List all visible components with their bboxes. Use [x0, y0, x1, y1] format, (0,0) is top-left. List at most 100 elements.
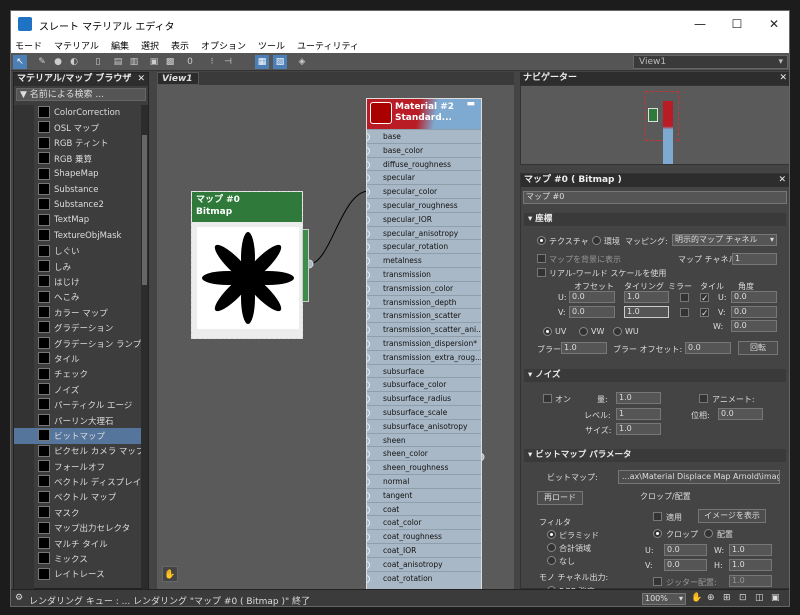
animate-checkbox[interactable]: [699, 394, 708, 403]
coords-section-header[interactable]: ▾ 座標: [524, 213, 786, 226]
material-slot[interactable]: metalness: [367, 253, 481, 267]
close-icon[interactable]: ✕: [779, 72, 787, 85]
input-socket-icon[interactable]: [367, 477, 370, 486]
zoom-icon[interactable]: ⊕: [707, 593, 715, 603]
input-socket-icon[interactable]: [367, 201, 370, 210]
material-slot[interactable]: coat: [367, 501, 481, 516]
material-node[interactable]: Material #2 Standard... ▬ base base_color d…: [366, 98, 482, 598]
close-icon[interactable]: ✕: [778, 174, 786, 187]
bitmap-node-header[interactable]: マップ #0 Bitmap: [192, 192, 302, 222]
jitter-checkbox[interactable]: [653, 577, 662, 586]
bitmap-output-socket[interactable]: [302, 229, 309, 302]
input-socket-icon[interactable]: [367, 436, 370, 445]
material-slot[interactable]: base: [367, 129, 481, 143]
material-slot[interactable]: specular_anisotropy: [367, 225, 481, 240]
input-socket-icon[interactable]: [367, 491, 370, 500]
crop-w-field[interactable]: 1.0: [729, 544, 772, 556]
noise-size-field[interactable]: 1.0: [616, 423, 661, 435]
v-tile-checkbox[interactable]: ✓: [700, 308, 709, 319]
crop-radio[interactable]: [653, 529, 662, 538]
u-angle-field[interactable]: 0.0: [731, 291, 777, 303]
none-radio[interactable]: [547, 556, 556, 565]
noise-levels-field[interactable]: 1: [616, 408, 661, 420]
place-radio[interactable]: [704, 529, 713, 538]
input-socket-icon[interactable]: [367, 533, 370, 542]
input-socket-icon[interactable]: [367, 312, 370, 321]
material-slot[interactable]: diffuse_roughness: [367, 156, 481, 171]
input-socket-icon[interactable]: [367, 353, 370, 362]
material-node-header[interactable]: Material #2 Standard... ▬: [367, 99, 481, 129]
crop-u-field[interactable]: 0.0: [664, 544, 707, 556]
u-offset-field[interactable]: 0.0: [569, 291, 615, 303]
noise-amount-field[interactable]: 1.0: [616, 392, 661, 404]
material-slot[interactable]: transmission_color: [367, 280, 481, 295]
zoom-region-icon[interactable]: ⊞: [723, 593, 731, 603]
material-slot[interactable]: transmission: [367, 266, 481, 281]
input-socket-icon[interactable]: [367, 574, 370, 583]
crop-v-field[interactable]: 0.0: [664, 559, 707, 571]
pyramid-radio[interactable]: [547, 530, 556, 539]
material-slot[interactable]: transmission_extra_roug...: [367, 349, 481, 364]
noise-phase-field[interactable]: 0.0: [718, 408, 763, 420]
mapping-dropdown[interactable]: 明示的マップ チャネル ▾: [672, 234, 777, 246]
zoom-selected-icon[interactable]: ◫: [755, 593, 764, 603]
input-socket-icon[interactable]: [367, 133, 370, 141]
zoom-extents-icon[interactable]: ⊡: [739, 593, 747, 603]
material-slot[interactable]: coat_rotation: [367, 570, 481, 585]
input-socket-icon[interactable]: [367, 464, 370, 473]
input-socket-icon[interactable]: [367, 519, 370, 528]
material-slot[interactable]: subsurface: [367, 363, 481, 378]
bitmap-section-header[interactable]: ▾ ビットマップ パラメータ: [524, 449, 786, 462]
material-slot[interactable]: coat_anisotropy: [367, 556, 481, 571]
navigator-view[interactable]: [520, 85, 789, 165]
w-angle-field[interactable]: 0.0: [731, 320, 777, 332]
v-offset-field[interactable]: 0.0: [569, 306, 615, 318]
vw-radio[interactable]: [579, 327, 588, 336]
input-socket-icon[interactable]: [367, 229, 370, 238]
map-name-field[interactable]: マップ #0: [523, 191, 787, 204]
zoom-dropdown[interactable]: 100% ▾: [642, 593, 686, 605]
input-socket-icon[interactable]: [367, 243, 370, 252]
input-socket-icon[interactable]: [367, 146, 370, 155]
input-socket-icon[interactable]: [367, 560, 370, 569]
noise-on-checkbox[interactable]: [543, 394, 552, 403]
material-slot[interactable]: sheen_color: [367, 446, 481, 460]
u-tile-checkbox[interactable]: ✓: [700, 293, 709, 304]
v-tiling-field[interactable]: 1.0: [624, 306, 669, 318]
material-slot[interactable]: transmission_scatter_ani...: [367, 322, 481, 336]
input-socket-icon[interactable]: [367, 298, 370, 307]
material-slot[interactable]: sheen_roughness: [367, 460, 481, 474]
material-slot[interactable]: transmission_scatter: [367, 308, 481, 322]
settings-icon[interactable]: ▣: [771, 593, 780, 603]
input-socket-icon[interactable]: [367, 450, 370, 459]
input-socket-icon[interactable]: [367, 160, 370, 169]
material-slot[interactable]: coat_color: [367, 515, 481, 529]
material-slot[interactable]: subsurface_color: [367, 377, 481, 391]
material-slot[interactable]: transmission_depth: [367, 294, 481, 309]
material-slot[interactable]: specular_roughness: [367, 197, 481, 212]
u-tiling-field[interactable]: 1.0: [624, 291, 669, 303]
reload-button[interactable]: 再ロード: [537, 491, 583, 505]
input-socket-icon[interactable]: [367, 422, 370, 431]
input-socket-icon[interactable]: [367, 367, 370, 376]
show-image-button[interactable]: イメージを表示: [698, 509, 766, 523]
collapse-icon[interactable]: ▬: [466, 99, 475, 110]
noise-section-header[interactable]: ▾ ノイズ: [524, 369, 786, 382]
crop-h-field[interactable]: 1.0: [729, 559, 772, 571]
input-socket-icon[interactable]: [367, 505, 370, 514]
material-slot[interactable]: coat_IOR: [367, 542, 481, 557]
wu-radio[interactable]: [613, 327, 622, 336]
input-socket-icon[interactable]: [367, 408, 370, 417]
material-slot[interactable]: specular: [367, 170, 481, 184]
rotate-button[interactable]: 回転: [738, 341, 778, 355]
material-slot[interactable]: sheen: [367, 432, 481, 447]
input-socket-icon[interactable]: [367, 270, 370, 279]
material-slot[interactable]: transmission_dispersion*: [367, 335, 481, 350]
v-mirror-checkbox[interactable]: [680, 308, 689, 317]
input-socket-icon[interactable]: [367, 381, 370, 390]
show-bg-checkbox[interactable]: [537, 254, 546, 263]
material-slot[interactable]: specular_IOR: [367, 211, 481, 226]
realworld-checkbox[interactable]: [537, 268, 546, 277]
material-slot[interactable]: coat_roughness: [367, 529, 481, 543]
input-socket-icon[interactable]: [367, 174, 370, 183]
